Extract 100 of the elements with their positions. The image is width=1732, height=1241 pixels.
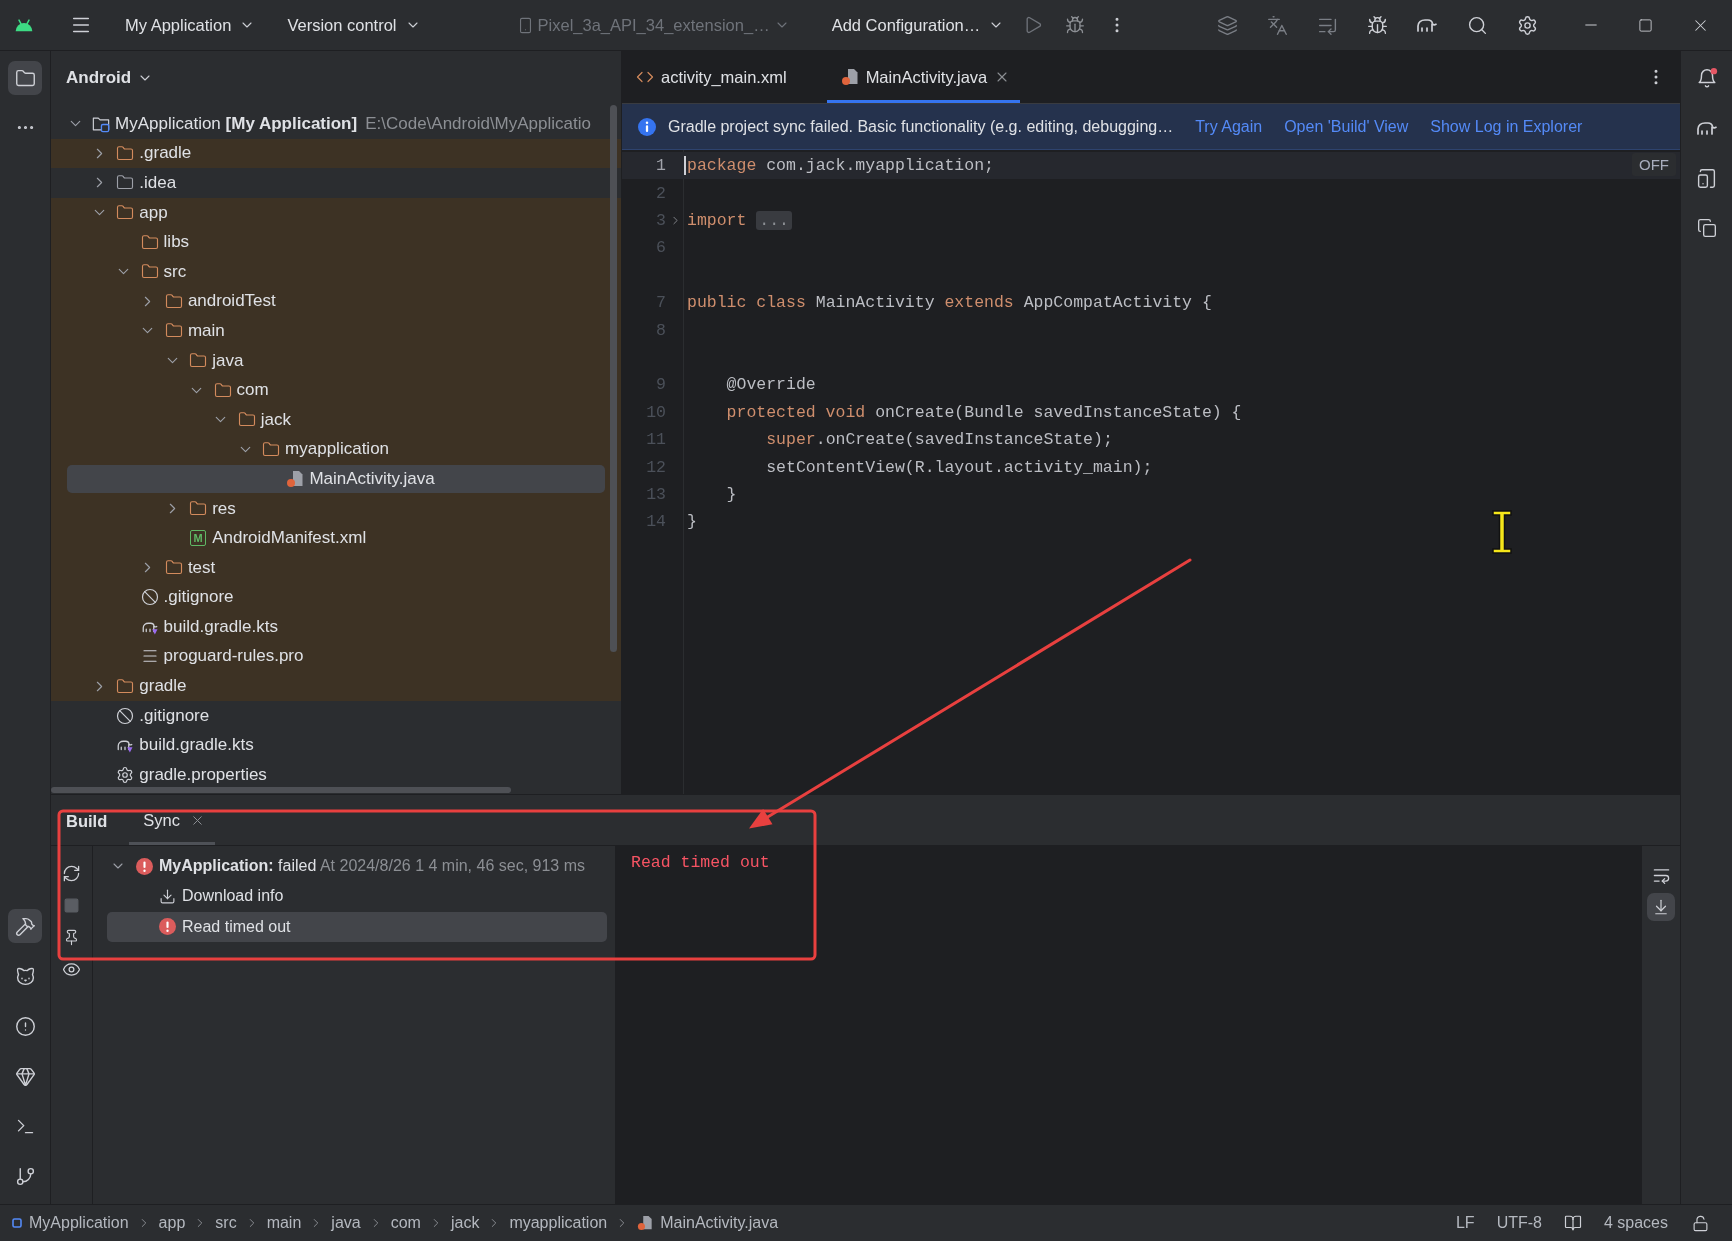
refresh-icon[interactable] <box>62 863 81 883</box>
breadcrumb[interactable]: MainActivity.java <box>637 1214 779 1232</box>
devices-icon[interactable] <box>1696 167 1717 189</box>
tree-item[interactable]: .gitignore <box>51 700 621 731</box>
folder-icon <box>262 439 281 459</box>
maximize-icon[interactable] <box>1638 17 1654 33</box>
code-line: super.onCreate(savedInstanceState); <box>765 430 1113 450</box>
breadcrumb[interactable]: jack <box>450 1214 480 1232</box>
breadcrumb[interactable]: com <box>390 1214 421 1232</box>
bug-icon[interactable] <box>1366 14 1388 36</box>
build-tree-item[interactable]: MyApplication: failed At 2024/8/26 1 4 min, 46 sec, 913 ms <box>107 851 607 882</box>
project-path: E:\Code\Android\MyApplicatio <box>365 113 591 134</box>
tree-item[interactable]: main <box>51 316 621 346</box>
tree-item[interactable]: proguard-rules.pro <box>51 641 621 672</box>
tree-item[interactable]: build.gradle.kts <box>51 612 621 642</box>
gem-icon[interactable] <box>14 1065 36 1087</box>
console-output: Read timed out <box>631 851 771 873</box>
alert-icon[interactable] <box>14 1015 36 1037</box>
scroll-to-end-button[interactable] <box>1647 893 1675 921</box>
folder-icon <box>164 291 183 311</box>
java-file-icon <box>286 469 305 488</box>
layers-icon[interactable] <box>1216 14 1238 36</box>
banner-link[interactable]: Try Again <box>1195 117 1263 136</box>
android-logo-icon[interactable] <box>14 18 34 32</box>
copy-icon[interactable] <box>1696 218 1717 238</box>
translate-icon[interactable] <box>1266 14 1288 36</box>
tree-item[interactable]: androidTest <box>51 286 621 317</box>
tree-item[interactable]: .gitignore <box>51 582 621 613</box>
settings-icon[interactable] <box>1516 14 1538 36</box>
panel-tab[interactable]: Sync <box>129 795 215 845</box>
tree-item[interactable]: com <box>51 375 621 405</box>
code-line: } <box>725 484 737 504</box>
tree-item[interactable]: res <box>51 493 621 524</box>
tree-item[interactable]: M AndroidManifest.xml <box>51 523 621 553</box>
banner-link[interactable]: Show Log in Explorer <box>1430 117 1583 136</box>
folder-icon <box>140 232 159 252</box>
book-icon[interactable] <box>1563 1214 1582 1232</box>
tree-item[interactable]: build.gradle.kts <box>51 730 621 761</box>
scroll-to-end-icon <box>1652 898 1670 916</box>
tree-item[interactable]: java <box>51 345 621 376</box>
cat-icon[interactable] <box>14 965 36 987</box>
encoding-widget[interactable]: UTF-8 <box>1496 1214 1542 1232</box>
tree-item[interactable]: .gradle <box>51 138 621 169</box>
tree-item[interactable]: app <box>51 197 621 228</box>
folder-icon <box>213 380 232 400</box>
breadcrumb[interactable]: app <box>158 1214 186 1232</box>
tree-item[interactable]: libs <box>51 227 621 257</box>
editor-tab[interactable]: activity_main.xml <box>622 51 797 103</box>
hammer-icon <box>14 915 36 937</box>
pin-icon[interactable] <box>63 928 80 946</box>
inlay-toggle[interactable]: OFF <box>1632 153 1676 176</box>
code-line: } <box>686 512 697 532</box>
tree-item[interactable]: src <box>51 256 621 287</box>
bug-icon[interactable] <box>1065 15 1086 35</box>
gear-icon <box>116 765 135 784</box>
notification-bell-icon[interactable] <box>1695 67 1718 89</box>
build-tree-item[interactable]: Download info <box>107 881 607 912</box>
scrollbar-thumb[interactable] <box>51 787 511 793</box>
banner-link[interactable]: Open 'Build' View <box>1284 117 1409 136</box>
view-selector[interactable]: Android <box>66 67 154 88</box>
breadcrumb[interactable]: java <box>331 1214 361 1232</box>
banner-message: Gradle project sync failed. Basic functionality (e.g. editing, debugging… <box>668 117 1174 136</box>
vcs-selector[interactable]: Version control <box>277 8 431 42</box>
git-branch-icon[interactable] <box>14 1165 36 1187</box>
indent-widget[interactable]: 4 spaces <box>1603 1214 1668 1232</box>
panel-title: Build <box>66 811 108 832</box>
tree-item[interactable]: MainActivity.java <box>51 464 621 494</box>
build-tree-item[interactable]: Read timed out <box>107 911 607 942</box>
search-icon[interactable] <box>1466 14 1488 36</box>
tree-item[interactable]: gradle.properties <box>51 760 621 790</box>
breadcrumb[interactable]: myapplication <box>509 1214 608 1232</box>
module-icon <box>12 1218 22 1228</box>
scrollbar-thumb[interactable] <box>610 105 617 652</box>
tree-item[interactable]: test <box>51 552 621 583</box>
tree-item[interactable]: jack <box>51 404 621 435</box>
code-line: public class MainActivity extends AppCompatActivity { <box>686 293 1212 313</box>
open-lock-icon[interactable] <box>1692 1214 1709 1232</box>
code-line: protected void onCreate(Bundle savedInstanceState) { <box>725 402 1242 422</box>
breadcrumb[interactable]: src <box>215 1214 237 1232</box>
breadcrumb[interactable]: main <box>266 1214 302 1232</box>
no-entry-icon <box>116 706 135 725</box>
error-icon <box>159 918 176 936</box>
code-line: import ... <box>684 210 793 230</box>
tree-item[interactable]: gradle <box>51 671 621 701</box>
download-icon <box>159 887 176 905</box>
build-tool-button[interactable] <box>8 909 42 943</box>
folder-icon <box>189 499 208 518</box>
line-separator-widget[interactable]: LF <box>1455 1214 1475 1232</box>
project-selector[interactable]: My Application <box>115 8 266 42</box>
folder-icon <box>14 67 36 89</box>
info-icon <box>638 117 656 136</box>
tree-item[interactable]: MyApplication [My Application] E:\Code\Android\MyApplicatio <box>51 109 621 139</box>
code-line: setContentView(R.layout.activity_main); <box>765 457 1153 477</box>
tree-item[interactable]: .idea <box>51 168 621 198</box>
breadcrumb[interactable]: MyApplication <box>12 1214 129 1232</box>
project-tool-button[interactable] <box>8 61 42 95</box>
tree-item[interactable]: myapplication <box>51 434 621 465</box>
no-entry-icon <box>140 588 159 607</box>
code-line: package com.jack.myapplication; <box>687 156 994 176</box>
run-configuration-selector[interactable]: Add Configuration… <box>821 8 1015 42</box>
